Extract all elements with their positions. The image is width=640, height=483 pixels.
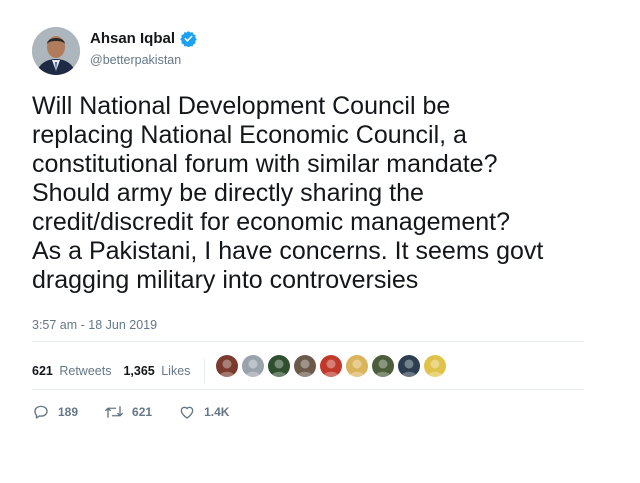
divider <box>32 389 584 390</box>
handle[interactable]: @betterpakistan <box>90 53 181 67</box>
liker-avatar[interactable] <box>424 355 446 377</box>
retweet-count: 621 <box>132 405 153 419</box>
liker-avatar[interactable] <box>242 355 264 377</box>
tweet-actions: 189 621 1.4K <box>32 403 255 421</box>
liker-avatar[interactable] <box>346 355 368 377</box>
display-name[interactable]: Ahsan Iqbal <box>90 30 175 47</box>
stats-separator <box>204 359 206 383</box>
tweet-text-line: constitutional forum with similar mandat… <box>32 150 498 178</box>
liker-avatar[interactable] <box>216 355 238 377</box>
verified-badge-icon <box>180 30 197 48</box>
retweet-icon <box>105 406 123 418</box>
avatar[interactable] <box>32 27 80 75</box>
tweet-text-line: dragging military into controversies <box>32 266 419 294</box>
heart-icon <box>180 406 194 419</box>
tweet-text-line: As a Pakistani, I have concerns. It seem… <box>32 237 544 265</box>
likes-stat-label: Likes <box>161 364 191 378</box>
author-name-row: Ahsan Iqbal <box>90 30 197 48</box>
retweets-stat[interactable]: 621 Retweets <box>32 364 111 378</box>
likes-stat[interactable]: 1,365 Likes <box>123 364 190 378</box>
tweet-text-line: Will National Development Council be <box>32 92 451 120</box>
divider <box>32 341 584 342</box>
retweet-button[interactable]: 621 <box>104 403 152 421</box>
retweets-stat-count: 621 <box>32 364 53 378</box>
tweet-card: Ahsan Iqbal @betterpakistan Will Nationa… <box>0 0 640 483</box>
like-button[interactable]: 1.4K <box>178 403 229 421</box>
liker-avatar[interactable] <box>320 355 342 377</box>
tweet-text-line: credit/discredit for economic management… <box>32 208 511 236</box>
reply-button[interactable]: 189 <box>32 403 78 421</box>
reply-count: 189 <box>58 405 79 419</box>
likes-stat-count: 1,365 <box>123 364 155 378</box>
reply-icon <box>34 405 48 419</box>
timestamp[interactable]: 3:57 am - 18 Jun 2019 <box>32 318 157 332</box>
retweets-stat-label: Retweets <box>59 364 112 378</box>
like-count: 1.4K <box>204 405 230 419</box>
tweet-text-line: Should army be directly sharing the <box>32 179 424 207</box>
liker-avatar[interactable] <box>268 355 290 377</box>
tweet-text: Will National Development Council be rep… <box>32 92 592 295</box>
tweet-text-line: replacing National Economic Council, a <box>32 121 467 149</box>
engagement-stats: 621 Retweets 1,365 Likes <box>32 359 215 383</box>
liker-avatar[interactable] <box>372 355 394 377</box>
liker-avatars <box>216 355 450 377</box>
liker-avatar[interactable] <box>398 355 420 377</box>
liker-avatar[interactable] <box>294 355 316 377</box>
